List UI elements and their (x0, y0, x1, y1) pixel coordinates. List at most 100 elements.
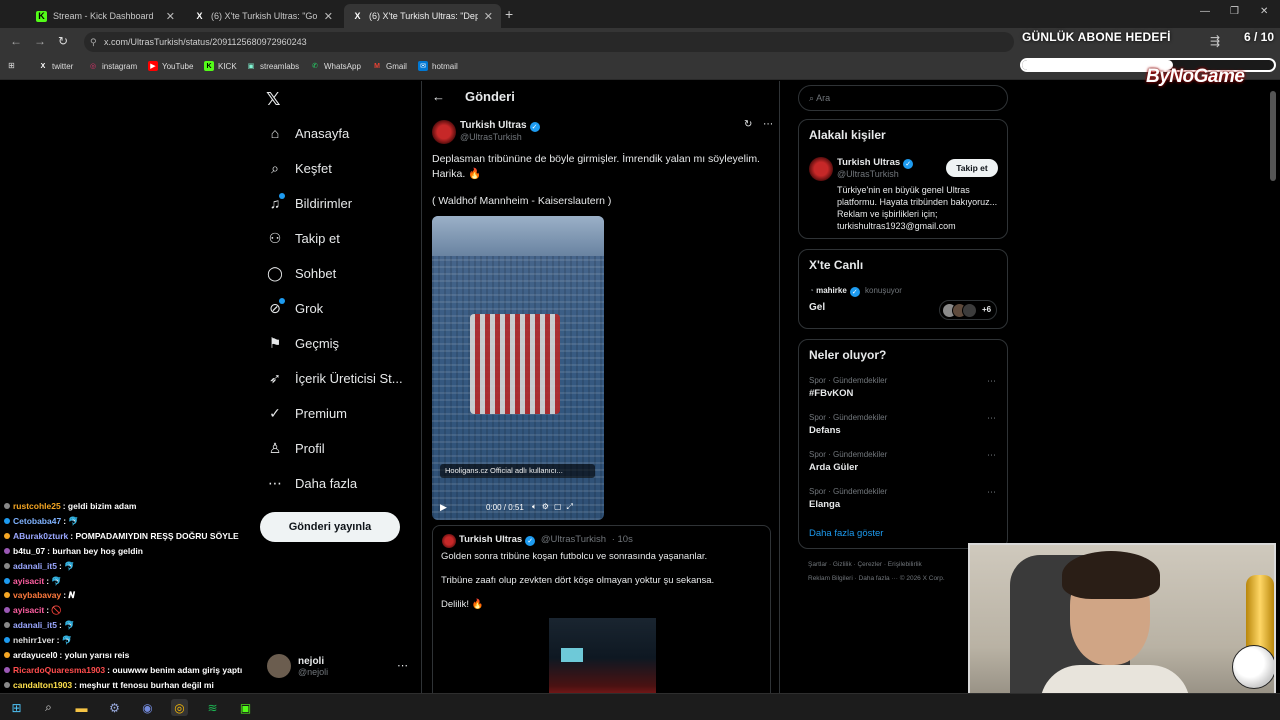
new-tab-button[interactable]: + (505, 6, 513, 22)
chat-username[interactable]: candalton1903 (13, 680, 72, 690)
tab-deplasman[interactable]: X (6) X'te Turkish Ultras: "Deplasm ✕ (344, 4, 501, 28)
bell-icon: ♫ (266, 193, 285, 212)
nav-premium[interactable]: ✓ Premium (266, 404, 347, 422)
x-logo-icon[interactable]: 𝕏 (266, 89, 281, 110)
chat-text: : 🐬 (58, 620, 75, 631)
more-icon[interactable]: ⋯ (763, 119, 773, 130)
grok-icon: ⊘ (266, 298, 285, 317)
nav-grok[interactable]: ⊘ Grok (266, 298, 324, 317)
search-input[interactable]: ⌕ Ara (798, 85, 1008, 111)
close-icon[interactable]: ✕ (318, 10, 333, 23)
windows-taskbar: ⊞ ⌕ ▬ ⚙ ◉ ◎ ≋ ▣ (0, 693, 1280, 720)
page-scrollbar[interactable] (1270, 91, 1276, 181)
nav-more[interactable]: ⋯ Daha fazla (266, 474, 357, 492)
chat-username[interactable]: ardayucel0 (13, 650, 57, 660)
windows-start-icon[interactable]: ⊞ (8, 699, 25, 716)
quoted-image[interactable] (549, 618, 656, 698)
footer-links[interactable]: Reklam Bilgileri · Daha fazla ··· © 2026… (808, 575, 945, 582)
nav-label: Sohbet (295, 265, 337, 281)
apps-grid-icon[interactable]: ⊞ (8, 61, 15, 70)
chat-username[interactable]: ayisacit (13, 576, 44, 586)
nav-explore[interactable]: ⌕ Keşfet (266, 159, 332, 177)
chat-username[interactable]: b4tu_07 (13, 546, 45, 556)
video-player[interactable]: Hooligans.cz Official adlı kullanıcı... … (432, 216, 604, 520)
bookmark-label: WhatsApp (324, 61, 361, 71)
more-icon[interactable]: ⋯ (397, 659, 408, 672)
reload-icon[interactable]: ↻ (58, 34, 68, 48)
bookmark-hotmail[interactable]: ✉ hotmail (418, 61, 458, 71)
play-icon[interactable]: ▶ (440, 502, 447, 513)
close-window-icon[interactable]: ✕ (1260, 6, 1268, 17)
tab-label: (6) X'te Turkish Ultras: "Deplasm (369, 11, 478, 21)
nav-notifications[interactable]: ♫ Bildirimler (266, 193, 352, 212)
related-people-card: Alakalı kişiler Turkish Ultras ✓ @UltrasT… (798, 119, 1008, 239)
follow-button[interactable]: Takip et (946, 159, 998, 177)
chat-username[interactable]: vaybabavay (13, 590, 61, 600)
avatar[interactable] (809, 157, 833, 181)
kick-app-icon[interactable]: ▣ (237, 699, 254, 716)
chat-username[interactable]: RicardoQuaresma1903 (13, 665, 105, 675)
nav-history[interactable]: ⚑ Geçmiş (266, 334, 339, 352)
nav-follow[interactable]: ⚇ Takip et (266, 229, 340, 247)
chat-username[interactable]: ayisacit (13, 605, 44, 615)
spotify-icon[interactable]: ≋ (204, 699, 221, 716)
chat-username[interactable]: adanali_it5 (13, 620, 57, 630)
tweet-author[interactable]: Turkish Ultras ✓ (460, 120, 540, 132)
restore-icon[interactable]: ❐ (1230, 6, 1239, 17)
rocket-icon: ➶ (269, 369, 281, 386)
related-handle: @UltrasTurkish (837, 169, 899, 179)
bookmark-twitter[interactable]: X twitter (38, 61, 74, 71)
bookmark-gmail[interactable]: M Gmail (372, 61, 407, 71)
chat-text: : 🐬 (56, 635, 73, 646)
chat-username[interactable]: rustcohle25 (13, 501, 61, 511)
url-field[interactable]: ⚲ x.com/UltrasTurkish/status/20911256809… (84, 32, 1014, 52)
file-explorer-icon[interactable]: ▬ (73, 699, 90, 716)
app-icon[interactable]: ⚙ (106, 699, 123, 716)
tab-golden[interactable]: X (6) X'te Turkish Ultras: "Golden ✕ (186, 4, 341, 28)
related-name[interactable]: Turkish Ultras ✓ (837, 157, 914, 169)
nav-chat[interactable]: ◯ Sohbet (266, 264, 336, 282)
chrome-icon[interactable]: ◎ (171, 699, 188, 716)
site-info-icon[interactable]: ⚲ (90, 32, 97, 52)
chat-username[interactable]: adanali_it5 (13, 561, 57, 571)
video-control-icons[interactable]: 🔈︎⚙▢⤢ (532, 502, 578, 512)
chat-username[interactable]: nehirr1ver (13, 635, 55, 645)
post-button[interactable]: Gönderi yayınla (260, 512, 400, 542)
chat-username[interactable]: ABurak0zturk (13, 531, 68, 541)
more-icon[interactable]: ⋯ (987, 376, 996, 387)
nav-label: Grok (295, 300, 324, 316)
grok-icon[interactable]: ↻ (744, 119, 752, 130)
bookmark-whatsapp[interactable]: ✆ WhatsApp (310, 61, 361, 71)
card-title: Alakalı kişiler (809, 128, 886, 142)
forward-icon[interactable]: → (34, 34, 46, 48)
close-icon[interactable]: ✕ (478, 10, 493, 23)
verified-badge-icon: ✓ (849, 287, 860, 297)
more-icon[interactable]: ⋯ (987, 413, 996, 424)
chat-username[interactable]: Cetobaba47 (13, 516, 61, 526)
more-icon[interactable]: ⋯ (987, 450, 996, 461)
show-more-link[interactable]: Daha fazla göster (809, 528, 883, 539)
tweet-handle[interactable]: @UltrasTurkish (460, 132, 522, 142)
account-switcher[interactable]: nejoli @nejoli ⋯ (267, 654, 408, 678)
footer-links[interactable]: Şartlar · Gizlilik · Çerezler · Erişileb… (808, 561, 922, 568)
nav-creator-studio[interactable]: ➶ İçerik Üreticisi St... (266, 369, 403, 387)
nav-home[interactable]: ⌂ Anasayfa (266, 124, 349, 142)
back-arrow-icon[interactable]: ← (432, 89, 445, 104)
nav-profile[interactable]: ♙ Profil (266, 439, 325, 457)
extensions-icon[interactable]: ⇶ (1210, 34, 1220, 48)
back-icon[interactable]: ← (10, 34, 22, 48)
bookmark-instagram[interactable]: ◎ instagram (88, 61, 137, 71)
close-icon[interactable]: ✕ (160, 10, 175, 23)
x-logo-icon: X (354, 11, 361, 21)
quoted-tweet[interactable]: Turkish Ultras ✓ @UltrasTurkish · 10s Gol… (432, 525, 771, 705)
bookmark-streamlabs[interactable]: ▣ streamlabs (246, 61, 299, 71)
minimize-icon[interactable]: — (1200, 6, 1210, 17)
avatar[interactable] (432, 120, 456, 144)
search-icon[interactable]: ⌕ (40, 699, 57, 716)
bookmark-youtube[interactable]: ▶ YouTube (148, 61, 193, 71)
more-icon[interactable]: ⋯ (987, 487, 996, 498)
tab-kick-dashboard[interactable]: K Stream - Kick Dashboard ✕ (28, 4, 183, 28)
live-card[interactable]: X'te Canlı ◔ mahirke ✓ konuşuyor Gel +6 (798, 249, 1008, 329)
bookmark-kick[interactable]: K KICK (204, 61, 237, 71)
discord-icon[interactable]: ◉ (139, 699, 156, 716)
